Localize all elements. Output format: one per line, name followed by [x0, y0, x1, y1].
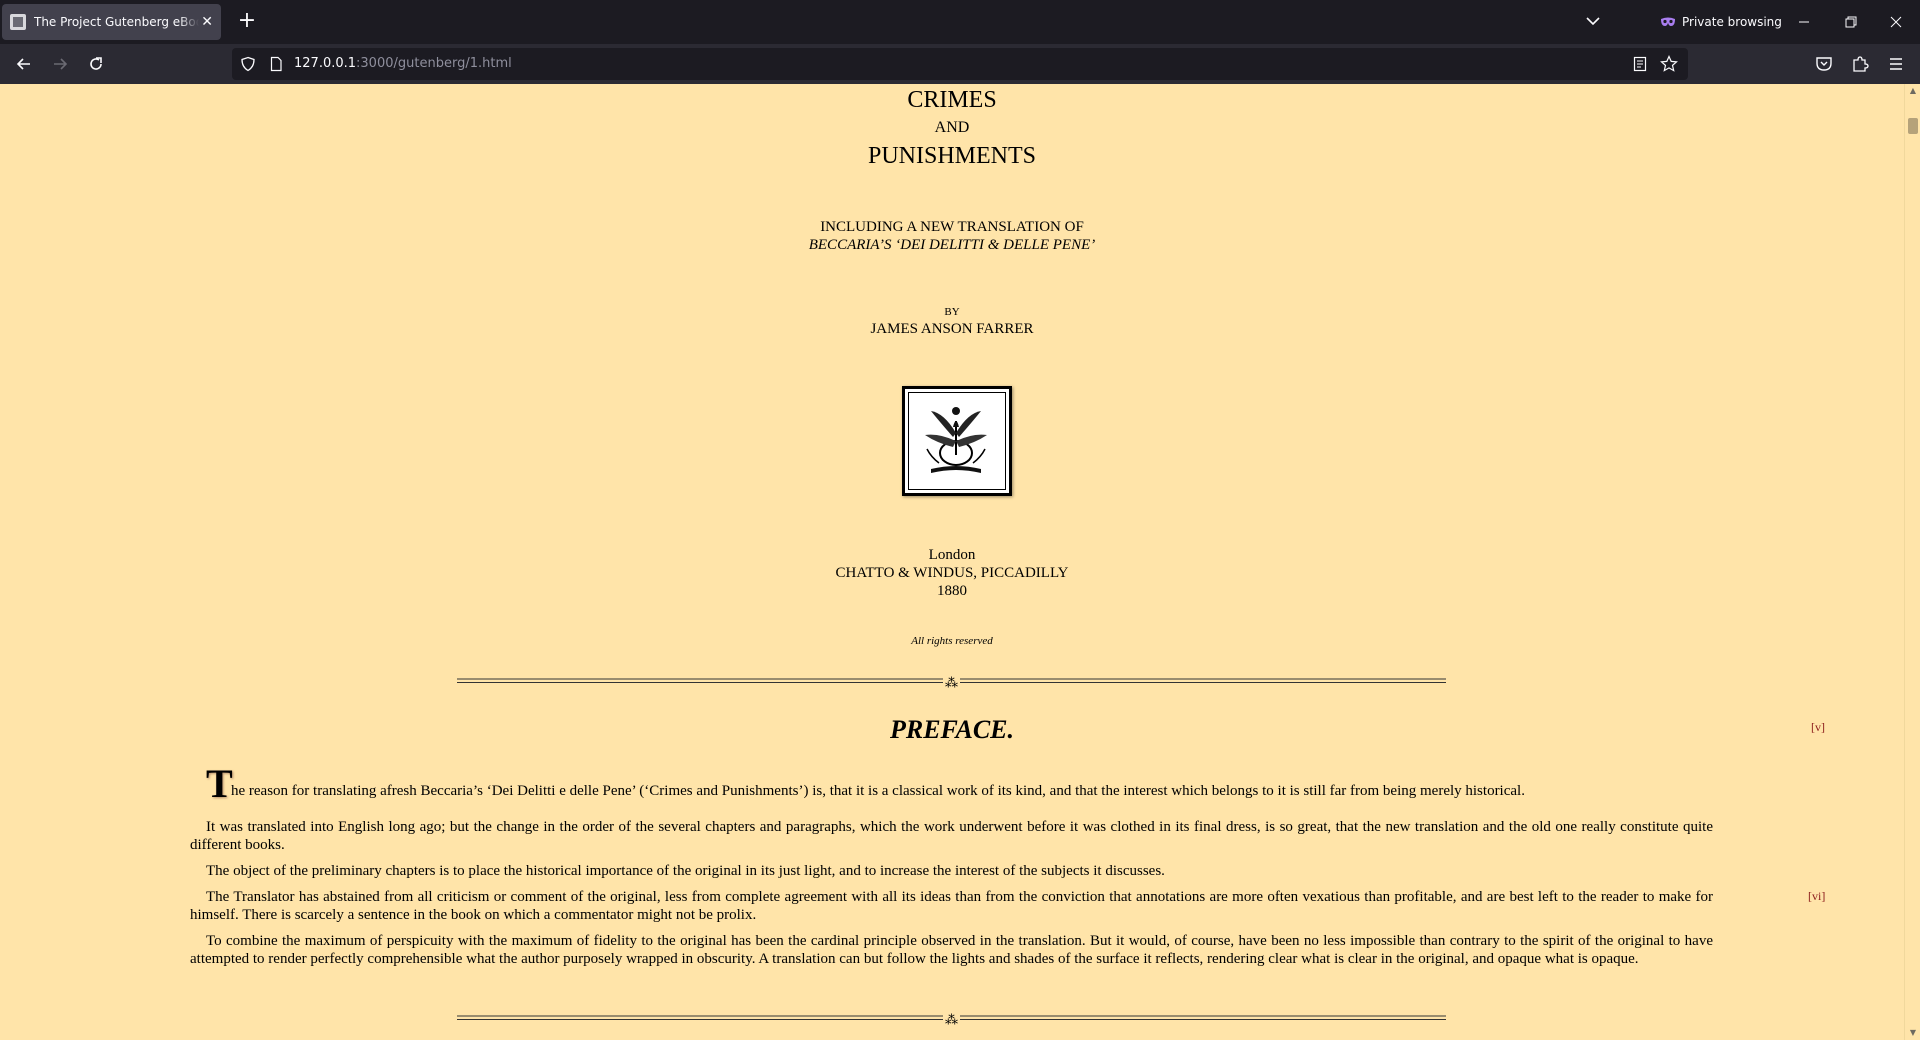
- tracking-protection-shield-icon[interactable]: [240, 56, 256, 72]
- close-window-button[interactable]: [1881, 8, 1911, 36]
- preface-paragraph-2: It was translated into English long ago;…: [190, 819, 1713, 853]
- forward-arrow-icon[interactable]: [50, 54, 70, 74]
- url-host: 127.0.0.1: [294, 56, 357, 71]
- rights-notice: All rights reserved: [911, 635, 993, 647]
- private-browsing-indicator: Private browsing: [1660, 12, 1782, 32]
- title-and: AND: [934, 119, 970, 136]
- url-path: :3000/gutenberg/1.html: [356, 56, 512, 71]
- navigation-toolbar: 127.0.0.1:3000/gutenberg/1.html: [0, 44, 1920, 84]
- reload-icon[interactable]: [86, 54, 106, 74]
- preface-paragraph-1: T he reason for translating afresh Becca…: [190, 764, 1713, 804]
- subtitle-line-2: BECCARIA’S ‘DEI DELITTI & DELLE PENE’: [808, 237, 1096, 253]
- title-punishments: PUNISHMENTS: [867, 143, 1037, 169]
- publisher-name: CHATTO & WINDUS, PICCADILLY: [835, 565, 1069, 581]
- list-all-tabs-chevron-icon[interactable]: [1578, 12, 1608, 32]
- preface-paragraph-4: The Translator has abstained from all cr…: [190, 889, 1713, 923]
- preface-paragraph-3: The object of the preliminary chapters i…: [206, 863, 1165, 879]
- close-icon: [1890, 16, 1902, 28]
- scroll-down-arrow-icon[interactable]: ▼: [1907, 1028, 1919, 1038]
- url-text[interactable]: 127.0.0.1:3000/gutenberg/1.html: [294, 56, 512, 71]
- minimize-icon: [1799, 21, 1809, 23]
- restore-icon: [1845, 16, 1857, 28]
- scrollbar-thumb[interactable]: [1908, 118, 1918, 134]
- emblem-engraving-icon: [925, 407, 987, 473]
- preface-paragraph-5: To combine the maximum of perspicuity wi…: [190, 933, 1713, 967]
- tab-title: The Project Gutenberg eBook of Crimes an…: [34, 15, 199, 29]
- drop-cap: T: [206, 761, 233, 806]
- subtitle-line-1: INCLUDING A NEW TRANSLATION OF: [820, 219, 1084, 235]
- page-number-marker[interactable]: [vi]: [1808, 889, 1825, 904]
- page-viewport: CRIMES AND PUNISHMENTS INCLUDING A NEW T…: [0, 84, 1904, 1040]
- restore-button[interactable]: [1835, 8, 1865, 36]
- bookmark-star-icon[interactable]: [1660, 55, 1678, 73]
- publisher-emblem-image: [902, 386, 1012, 496]
- ornamental-divider: ⁂: [457, 1013, 1446, 1025]
- author-name: JAMES ANSON FARRER: [870, 321, 1034, 337]
- publication-place: London: [928, 547, 976, 563]
- tab-close-icon[interactable]: ✕: [201, 15, 213, 29]
- preface-heading: PREFACE.: [889, 715, 1015, 744]
- svg-text:⁂: ⁂: [945, 1013, 958, 1025]
- pocket-icon[interactable]: [1814, 54, 1834, 74]
- active-tab[interactable]: The Project Gutenberg eBook of Crimes an…: [2, 4, 221, 40]
- private-browsing-label: Private browsing: [1682, 15, 1782, 29]
- private-mask-icon: [1661, 17, 1675, 26]
- preface-paragraph-1-text: he reason for translating afresh Beccari…: [231, 783, 1525, 799]
- reader-view-icon[interactable]: [1632, 56, 1648, 72]
- ornamental-divider: ⁂: [457, 676, 1446, 688]
- tab-bar: The Project Gutenberg eBook of Crimes an…: [0, 0, 1920, 44]
- minimize-button[interactable]: [1789, 8, 1819, 36]
- by-label: BY: [944, 306, 960, 318]
- address-bar[interactable]: 127.0.0.1:3000/gutenberg/1.html: [232, 48, 1688, 80]
- extensions-puzzle-icon[interactable]: [1850, 54, 1870, 74]
- scroll-up-arrow-icon[interactable]: ▲: [1907, 86, 1919, 96]
- vertical-scrollbar[interactable]: ▲ ▼: [1904, 84, 1920, 1040]
- new-tab-button[interactable]: +: [234, 9, 260, 35]
- title-crimes: CRIMES: [907, 87, 997, 113]
- page-favicon-icon: [10, 14, 26, 30]
- back-arrow-icon[interactable]: [14, 54, 34, 74]
- plus-icon: +: [237, 8, 257, 33]
- page-info-icon[interactable]: [268, 56, 284, 72]
- publication-year: 1880: [937, 583, 967, 599]
- hamburger-menu-icon[interactable]: [1886, 54, 1906, 74]
- page-number-marker[interactable]: [v]: [1811, 720, 1825, 735]
- svg-text:⁂: ⁂: [945, 676, 958, 688]
